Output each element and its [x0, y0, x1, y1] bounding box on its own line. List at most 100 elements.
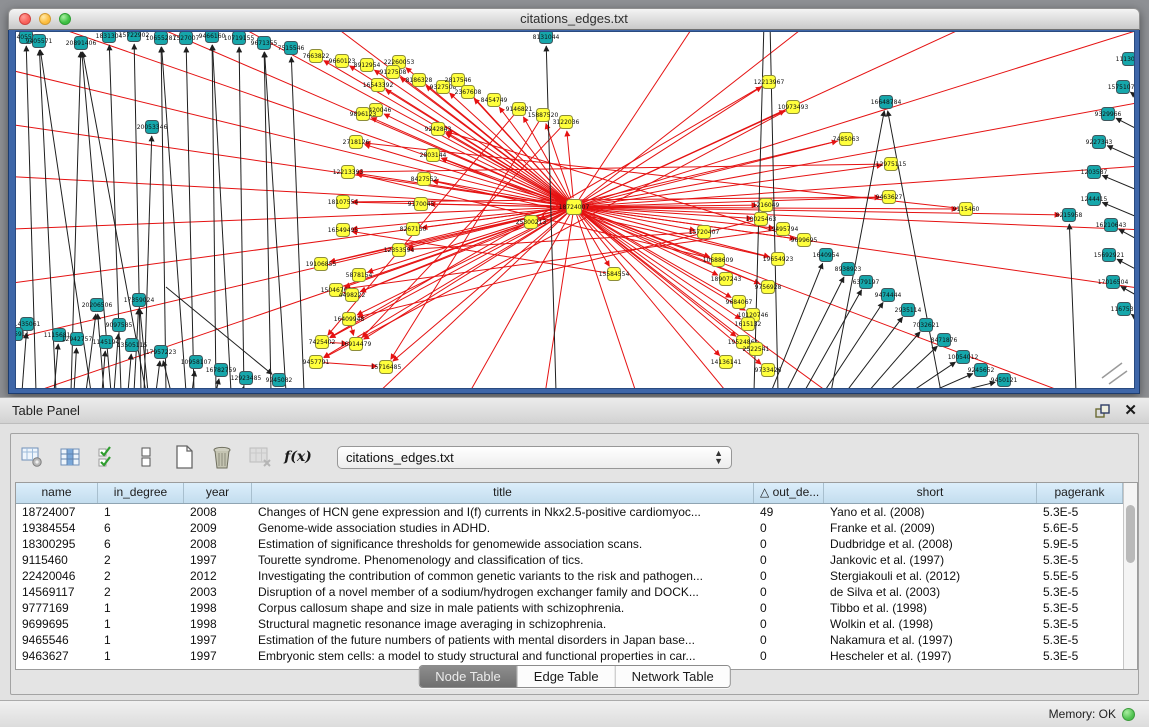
graph-node[interactable]: 9245082 [266, 374, 293, 387]
header-cell-title[interactable]: title [252, 483, 754, 503]
row-mode-button[interactable] [133, 444, 159, 470]
table-row[interactable]: 946554611997Estimation of the future num… [16, 632, 1137, 648]
graph-node[interactable]: 16549495 [328, 224, 359, 237]
table-row[interactable]: 946362711997Embryonic stem cells: a mode… [16, 648, 1137, 664]
graph-node[interactable]: 1203587 [1081, 166, 1108, 179]
graph-node[interactable]: 7515546 [278, 42, 305, 55]
graph-node[interactable]: 18107554 [328, 196, 359, 209]
graph-node[interactable]: 19495794 [768, 223, 799, 236]
graph-node[interactable]: 15716485 [371, 361, 402, 374]
graph-node[interactable]: 5878154 [346, 269, 373, 282]
graph-node[interactable]: 1145194 [93, 336, 120, 349]
vertical-scrollbar[interactable] [1123, 483, 1137, 669]
graph-node[interactable]: 7663822 [303, 50, 330, 63]
graph-node[interactable]: 9684067 [726, 296, 753, 309]
graph-node[interactable]: 2367608 [455, 86, 482, 99]
network-view[interactable]: 1872400776638229660123891295422260053912… [15, 31, 1135, 389]
tab-edge-table[interactable]: Edge Table [518, 666, 616, 687]
delete-column-button[interactable] [209, 444, 235, 470]
graph-node[interactable]: 9466160 [199, 32, 226, 43]
tab-network-table[interactable]: Network Table [616, 666, 730, 687]
table-row[interactable]: 911546021997Tourette syndrome. Phenomeno… [16, 552, 1137, 568]
resize-grip[interactable] [1102, 363, 1127, 384]
graph-node[interactable]: 8471876 [931, 334, 958, 347]
graph-node[interactable]: 16210643 [1096, 219, 1127, 232]
header-cell-in_degree[interactable]: in_degree [98, 483, 184, 503]
graph-node[interactable]: 1640954 [813, 249, 840, 262]
graph-node[interactable]: 1244415 [1081, 193, 1108, 206]
graph-node[interactable]: 15584554 [599, 268, 630, 281]
graph-node[interactable]: 8454749 [481, 94, 508, 107]
header-cell-name[interactable]: name [16, 483, 98, 503]
graph-node[interactable]: 20206506 [82, 299, 113, 312]
graph-node[interactable]: 7032621 [913, 319, 940, 332]
memory-status-icon[interactable] [1122, 708, 1135, 721]
graph-node[interactable]: 16914479 [341, 338, 372, 351]
header-cell-out_de[interactable]: △ out_de... [754, 483, 824, 503]
tab-node-table[interactable]: Node Table [419, 666, 518, 687]
table-row[interactable]: 977716911998Corpus callosum shape and si… [16, 600, 1137, 616]
graph-node[interactable]: 9450121 [991, 374, 1018, 387]
graph-node[interactable]: 9756928 [755, 281, 782, 294]
scrollbar-thumb[interactable] [1126, 505, 1135, 563]
graph-node[interactable]: 17016504 [1098, 276, 1129, 289]
graph-node[interactable]: 9474444 [875, 289, 902, 302]
graph-node[interactable]: 8912954 [354, 59, 381, 72]
graph-node[interactable]: 9097585 [106, 319, 133, 332]
graph-node[interactable]: 8215958 [1056, 209, 1083, 222]
graph-node-label: 10973493 [778, 104, 809, 111]
graph-node[interactable]: 10054012 [948, 351, 979, 364]
table-select[interactable]: citations_edges.txt ▲▼ [337, 446, 732, 469]
graph-node[interactable]: 9671355 [251, 37, 278, 50]
graph-node[interactable]: 16648784 [871, 96, 902, 109]
header-cell-short[interactable]: short [824, 483, 1037, 503]
table-row[interactable]: 1456911722003Disruption of a novel membe… [16, 584, 1137, 600]
graph-node[interactable]: 15692921 [1094, 249, 1125, 262]
graph-node[interactable]: 1167531 [1111, 303, 1134, 316]
header-cell-year[interactable]: year [184, 483, 252, 503]
table-row[interactable]: 1872400712008Changes of HCN gene express… [16, 504, 1137, 520]
graph-node[interactable]: 17957223 [146, 346, 177, 359]
graph-node[interactable]: 9242843 [425, 123, 452, 136]
graph-node[interactable]: 19654923 [763, 253, 794, 266]
graph-node[interactable]: 8131044 [533, 32, 560, 44]
graph-node[interactable]: 8938923 [835, 263, 862, 276]
table-row[interactable]: 969969511998Structural magnetic resonanc… [16, 616, 1137, 632]
function-builder-button[interactable]: f(x) [285, 444, 311, 470]
table-row[interactable]: 2242004622012Investigating the contribut… [16, 568, 1137, 584]
graph-node[interactable]: 20053346 [137, 121, 168, 134]
graph-node[interactable]: 1527007 [173, 32, 200, 45]
show-columns-button[interactable] [57, 444, 83, 470]
graph-node[interactable]: 9699695 [791, 234, 818, 247]
float-panel-button[interactable] [1094, 403, 1110, 419]
graph-node[interactable]: 12213393 [333, 166, 364, 179]
zoom-window-button[interactable] [59, 13, 71, 25]
graph-node[interactable]: 20891406 [66, 37, 97, 50]
delete-table-button[interactable] [247, 444, 273, 470]
new-column-button[interactable] [171, 444, 197, 470]
table-mode-button[interactable] [19, 444, 45, 470]
close-panel-button[interactable]: ✕ [1124, 402, 1137, 420]
graph-node[interactable]: 2718126 [343, 136, 370, 149]
graph-node[interactable]: 14136141 [711, 356, 742, 369]
network-canvas[interactable]: 1872400776638229660123891295422260053912… [16, 32, 1134, 388]
graph-node[interactable]: 2935114 [895, 304, 922, 317]
graph-node[interactable]: 16409948 [334, 313, 365, 326]
float-icon [1094, 403, 1110, 419]
graph-node[interactable]: 7485063 [833, 133, 860, 146]
graph-node-label: 9463627 [876, 194, 903, 201]
graph-node[interactable]: 1113044 [1116, 53, 1134, 66]
graph-node[interactable]: 12975115 [876, 158, 907, 171]
select-all-button[interactable] [95, 444, 121, 470]
window-titlebar[interactable]: citations_edges.txt [8, 8, 1140, 30]
table-row[interactable]: 1830029562008Estimation of significance … [16, 536, 1137, 552]
minimize-window-button[interactable] [39, 13, 51, 25]
table-row[interactable]: 1938455462009Genome-wide association stu… [16, 520, 1137, 536]
graph-node[interactable]: 6379197 [853, 276, 880, 289]
close-window-button[interactable] [19, 13, 31, 25]
graph-node[interactable]: 10688609 [703, 254, 734, 267]
graph-node[interactable]: 15751074 [1108, 81, 1134, 94]
graph-node-label: 9756928 [755, 284, 782, 291]
graph-node[interactable]: 12213967 [754, 76, 785, 89]
header-cell-pagerank[interactable]: pagerank [1037, 483, 1123, 503]
